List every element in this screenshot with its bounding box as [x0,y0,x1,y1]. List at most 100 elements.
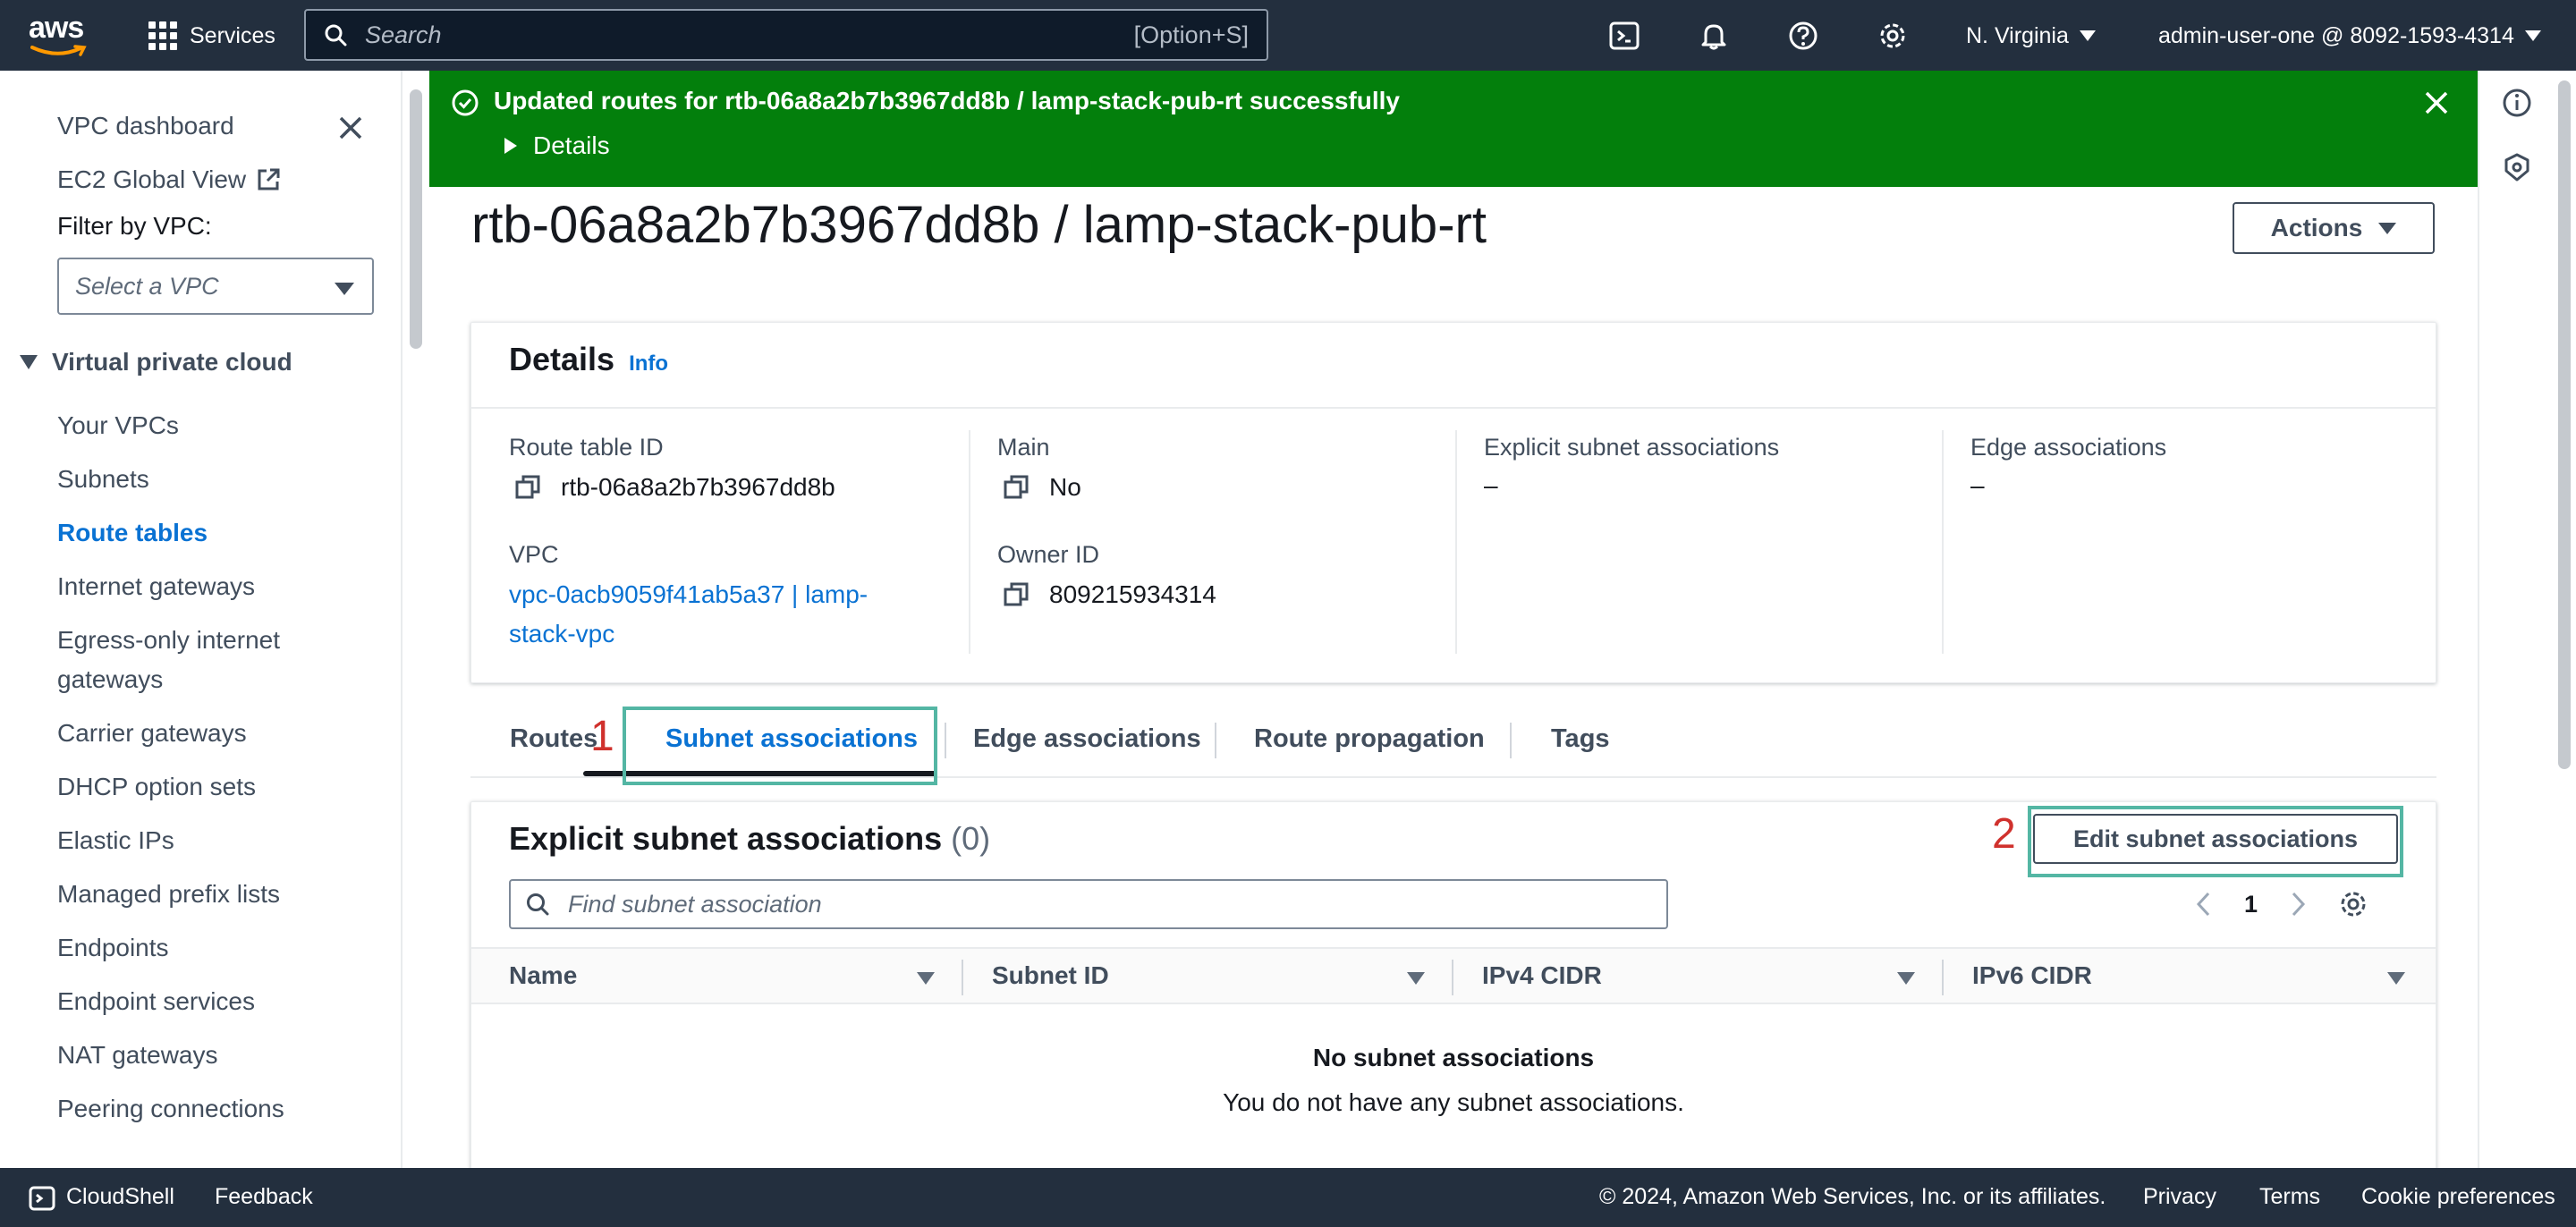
flash-message: Updated routes for rtb-06a8a2b7b3967dd8b… [494,87,1400,114]
sidebar-item-endpoint-services[interactable]: Endpoint services [57,982,255,1021]
page-scrollbar[interactable] [2558,80,2571,769]
sort-icon[interactable] [1407,972,1425,985]
chevron-left-icon[interactable] [2194,890,2214,918]
tab-edge-associations[interactable]: Edge associations [973,724,1201,754]
search-icon [527,893,549,916]
copyright-text: © 2024, Amazon Web Services, Inc. or its… [1599,1184,2106,1209]
sidebar-item-route-tables[interactable]: Route tables [57,513,208,553]
account-menu[interactable]: admin-user-one @ 8092-1593-4314 [2158,18,2541,54]
tab-routes[interactable]: Routes [510,724,597,754]
annotation-marker-2: 2 [1992,810,2016,858]
sidebar-item-dhcp-option-sets[interactable]: DHCP option sets [57,767,256,807]
account-label: admin-user-one @ 8092-1593-4314 [2158,22,2514,48]
explicit-associations-label: Explicit subnet associations [1484,434,1780,461]
filter-placeholder: Find subnet association [568,890,822,918]
copy-icon[interactable] [1003,474,1030,501]
sidebar-scrollbar[interactable] [410,89,422,349]
top-navigation: aws Services Search [Option+S] N. Virgin… [0,0,2576,71]
tab-tags[interactable]: Tags [1551,724,1610,754]
page-number[interactable]: 1 [2244,891,2258,918]
search-placeholder: Search [365,21,442,48]
column-header-ipv6-cidr[interactable]: IPv6 CIDR [1972,961,2092,990]
services-menu-button[interactable]: Services [148,18,275,54]
region-selector[interactable]: N. Virginia [1966,18,2096,54]
divider [471,407,2436,409]
bell-icon[interactable] [1696,18,1732,54]
external-link-icon [258,168,280,190]
check-circle-icon [452,89,479,116]
details-header: Details Info [509,341,668,378]
panel-count: (0) [951,820,991,857]
chevron-down-icon [2079,30,2096,41]
sidebar-item-elastic-ips[interactable]: Elastic IPs [57,821,174,860]
sidebar-item-nat-gateways[interactable]: NAT gateways [57,1036,217,1075]
sidebar-item-egress-only-internet-gateways[interactable]: Egress-only internet gateways [57,621,280,699]
page-title: rtb-06a8a2b7b3967dd8b / lamp-stack-pub-r… [471,196,1487,254]
column-divider[interactable] [1942,960,1944,995]
find-subnet-association-input[interactable]: Find subnet association [509,879,1668,929]
sidebar-item-subnets[interactable]: Subnets [57,460,149,499]
sidebar-item-managed-prefix-lists[interactable]: Managed prefix lists [57,875,280,914]
details-label: Details [533,131,610,159]
table-header-row: Name Subnet ID IPv4 CIDR IPv6 CIDR [471,947,2436,1004]
sidebar-item-carrier-gateways[interactable]: Carrier gateways [57,714,247,753]
sidebar-item-peering-connections[interactable]: Peering connections [57,1089,284,1129]
route-table-id-text: rtb-06a8a2b7b3967dd8b [561,473,835,501]
privacy-link[interactable]: Privacy [2143,1184,2216,1210]
details-panel: Details Info Route table ID rtb-06a8a2b7… [470,322,2436,683]
empty-state-title: No subnet associations [1312,1044,1595,1071]
sidebar-item-vpc-dashboard[interactable]: VPC dashboard [57,106,234,146]
annotation-marker-1: 1 [590,713,614,760]
shield-icon[interactable] [2501,151,2533,183]
column-divider[interactable] [962,960,963,995]
success-flash-banner: Updated routes for rtb-06a8a2b7b3967dd8b… [429,71,2478,187]
tab-route-propagation[interactable]: Route propagation [1254,724,1485,754]
terms-link[interactable]: Terms [2259,1184,2320,1210]
info-link[interactable]: Info [629,351,668,377]
cookie-preferences-link[interactable]: Cookie preferences [2361,1184,2555,1210]
vpc-link-line1: vpc-0acb9059f41ab5a37 | lamp- [509,580,869,608]
sort-icon[interactable] [2387,972,2405,985]
copy-icon[interactable] [514,474,541,501]
sidebar-section-virtual-private-cloud[interactable]: Virtual private cloud [20,348,292,377]
column-header-ipv4-cidr[interactable]: IPv4 CIDR [1482,961,1602,990]
tab-divider [1510,723,1512,758]
aws-logo[interactable]: aws [29,13,91,57]
main-text: No [1049,473,1081,501]
info-icon[interactable] [2501,87,2533,119]
chevron-right-icon[interactable] [2288,890,2308,918]
help-icon[interactable] [1785,18,1821,54]
cloudshell-icon[interactable] [29,1186,55,1211]
sort-icon[interactable] [1897,972,1915,985]
sidebar-item-ec2-global-view[interactable]: EC2 Global View [57,160,282,199]
column-header-name[interactable]: Name [509,961,577,990]
sort-icon[interactable] [917,972,935,985]
sidebar-item-your-vpcs[interactable]: Your VPCs [57,406,179,445]
gear-icon[interactable] [2338,889,2368,919]
panel-title: Explicit subnet associations (0) [509,820,990,858]
route-table-id-label: Route table ID [509,434,664,461]
sidebar-item-endpoints[interactable]: Endpoints [57,928,169,968]
cloudshell-icon[interactable] [1606,18,1642,54]
edge-associations-value: – [1970,471,1985,499]
flash-details-toggle[interactable]: Details [504,131,610,160]
close-icon[interactable] [336,114,365,142]
column-header-subnet-id[interactable]: Subnet ID [992,961,1109,990]
feedback-link[interactable]: Feedback [215,1184,313,1210]
owner-id-value: 809215934314 [1003,580,1216,609]
column-divider [1455,430,1457,654]
tab-divider [1215,723,1216,758]
vpc-link[interactable]: vpc-0acb9059f41ab5a37 | lamp- stack-vpc [509,575,929,654]
vpc-filter-select[interactable]: Select a VPC [57,258,374,315]
services-label: Services [190,22,275,48]
global-search-input[interactable]: Search [Option+S] [304,9,1268,61]
actions-button[interactable]: Actions [2233,202,2435,254]
vpc-select-placeholder: Select a VPC [75,272,219,300]
gear-icon[interactable] [1875,18,1911,54]
column-divider[interactable] [1452,960,1453,995]
close-icon[interactable] [2420,87,2453,119]
sidebar-item-internet-gateways[interactable]: Internet gateways [57,567,255,606]
column-divider [969,430,970,654]
copy-icon[interactable] [1003,581,1030,608]
cloudshell-link[interactable]: CloudShell [66,1184,174,1210]
